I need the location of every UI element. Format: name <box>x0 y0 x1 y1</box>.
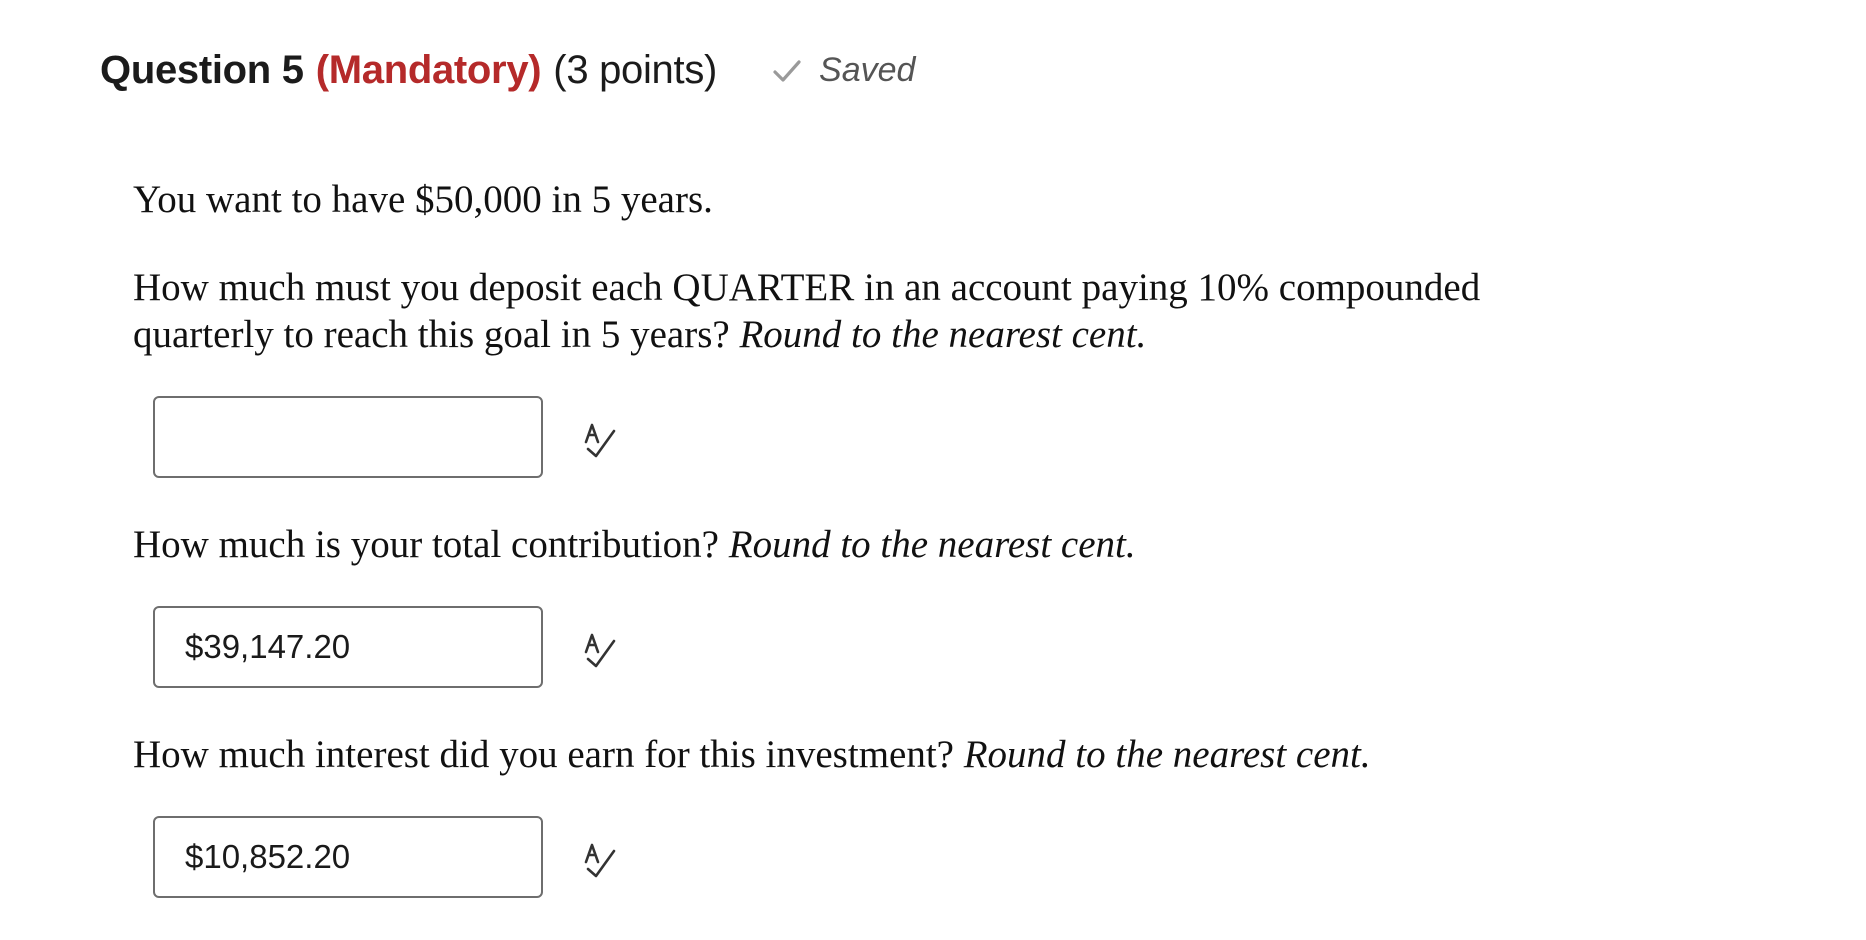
check-icon <box>773 59 801 82</box>
question-part-2-text: How much is your total contribution? <box>133 523 719 566</box>
question-part-1-line-2: quarterly to reach this goal in 5 years?… <box>133 311 1480 358</box>
mandatory-label: (Mandatory) <box>315 48 542 92</box>
question-part-1-line-1: How much must you deposit each QUARTER i… <box>133 266 1481 309</box>
spellcheck-icon[interactable] <box>580 629 620 671</box>
question-header: Question 5 (Mandatory) (3 points) Saved <box>100 48 915 93</box>
question-part-3-hint: Round to the nearest cent. <box>963 733 1371 776</box>
saved-label: Saved <box>819 51 916 89</box>
total-contribution-input[interactable] <box>153 606 543 688</box>
saved-status: Saved <box>771 51 915 90</box>
interest-earned-input[interactable] <box>153 816 543 898</box>
question-part-1-text: quarterly to reach this goal in 5 years? <box>133 313 730 356</box>
question-part-2-hint: Round to the nearest cent. <box>728 523 1136 566</box>
question-part-3-text: How much interest did you earn for this … <box>133 733 954 776</box>
spellcheck-icon[interactable] <box>580 419 620 461</box>
spellcheck-icon[interactable] <box>580 839 620 881</box>
question-title: Question 5 <box>100 48 304 92</box>
points-label: (3 points) <box>553 48 718 92</box>
question-part-2: How much is your total contribution? Rou… <box>133 521 1136 568</box>
deposit-answer-input[interactable] <box>153 396 543 478</box>
question-part-1: How much must you deposit each QUARTER i… <box>133 264 1480 358</box>
question-part-1-hint: Round to the nearest cent. <box>739 313 1147 356</box>
question-part-3: How much interest did you earn for this … <box>133 731 1371 778</box>
question-intro: You want to have $50,000 in 5 years. <box>133 178 713 221</box>
